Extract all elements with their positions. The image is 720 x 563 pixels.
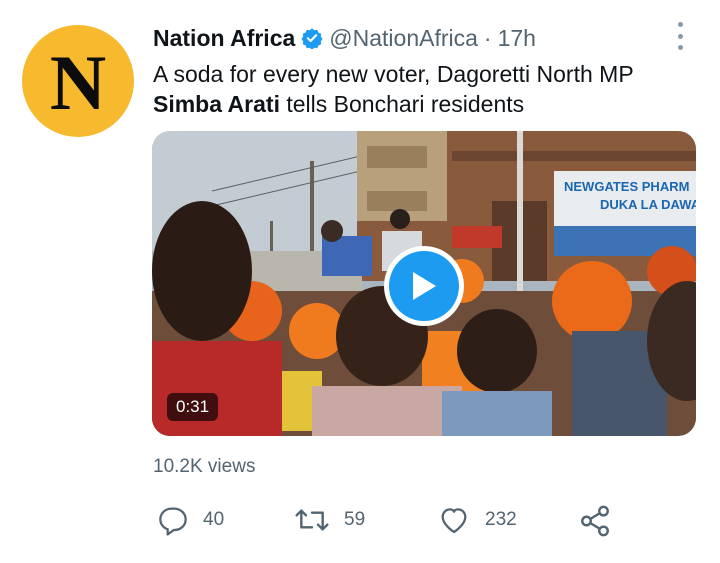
like-count: 232 [485,509,517,530]
more-options-icon[interactable] [670,22,690,50]
share-button[interactable] [578,504,626,538]
view-count: 10.2K views [153,456,256,477]
video-duration-badge: 0:31 [167,393,219,421]
tweet-time[interactable]: 17h [498,25,536,52]
tweet-text: A soda for every new voter, Dagoretti No… [153,59,693,119]
reply-icon [159,507,187,536]
reply-count: 40 [203,509,225,530]
avatar-logo-letter: N [49,39,107,126]
tweet-text-bold-name[interactable]: Simba Arati [153,91,280,117]
meta-separator: · [483,24,492,51]
like-button[interactable]: 232 [437,504,517,536]
author-name[interactable]: Nation Africa [153,25,295,52]
play-button[interactable] [384,246,464,326]
tweet-action-bar: 40 59 232 [0,500,720,544]
verified-badge-icon [301,27,323,49]
reply-button[interactable]: 40 [157,504,224,536]
share-icon [581,505,609,537]
retweet-count: 59 [344,509,366,530]
retweet-button[interactable]: 59 [294,504,365,536]
tweet-header: Nation Africa @NationAfrica · 17h [153,22,536,54]
sign-text-line2: DUKA LA DAWA [600,197,696,212]
retweet-icon [295,509,329,531]
play-icon [389,251,459,321]
sign-text-line1: NEWGATES PHARM [564,179,689,194]
tweet-text-part2: tells Bonchari residents [279,91,525,117]
avatar[interactable]: N [22,25,134,137]
tweet-text-part1: A soda for every new voter, Dagoretti No… [153,61,634,87]
author-handle[interactable]: @NationAfrica [329,25,478,52]
like-icon [441,508,467,534]
